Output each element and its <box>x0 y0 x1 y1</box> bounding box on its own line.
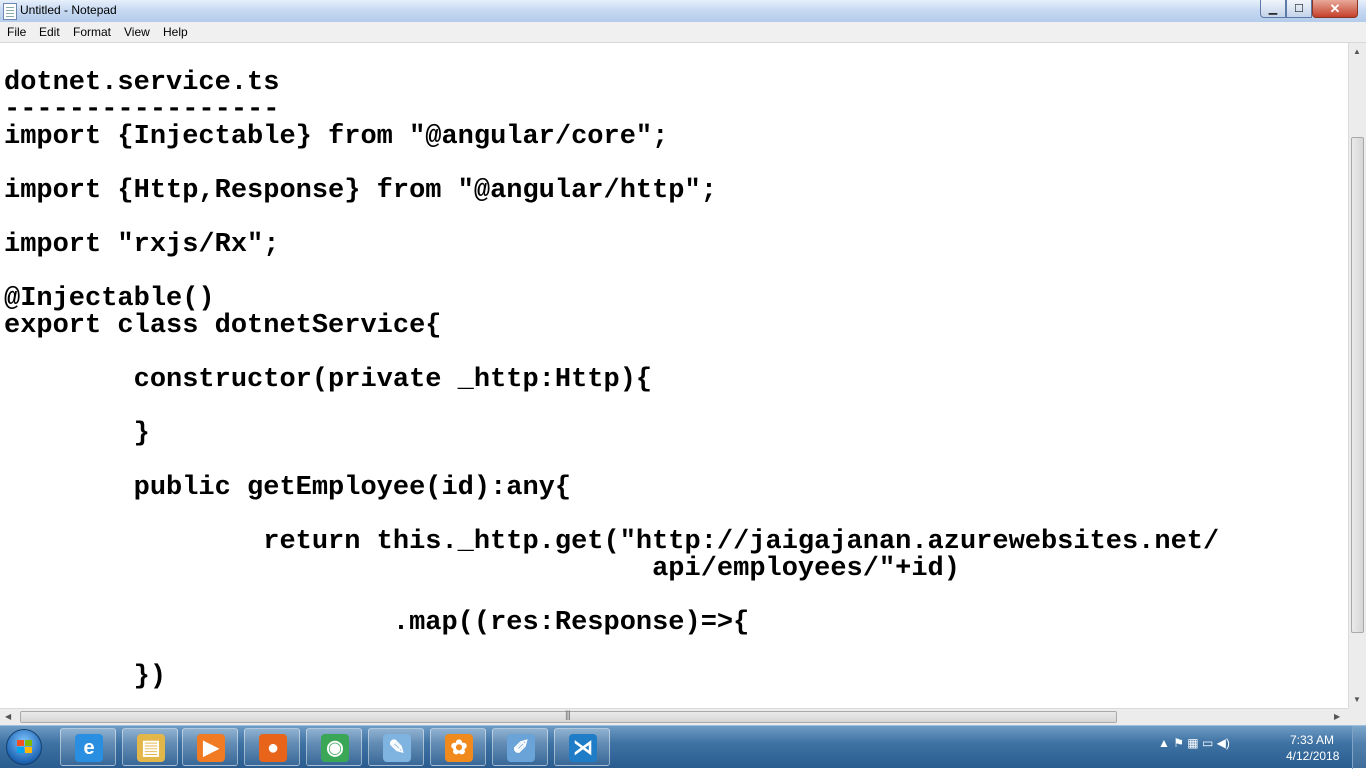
code-line: }) <box>4 662 167 692</box>
scroll-up-icon[interactable]: ▲ <box>1353 47 1361 56</box>
chrome-icon: ◉ <box>321 734 349 762</box>
taskbar-item-firefox[interactable]: ● <box>244 728 300 766</box>
code-line: dotnet.service.ts <box>4 68 280 98</box>
show-desktop-button[interactable] <box>1352 726 1366 769</box>
window-title: Untitled - Notepad <box>20 3 117 17</box>
flower-app-icon: ✿ <box>445 734 473 762</box>
scroll-right-icon[interactable]: ▶ <box>1334 712 1340 721</box>
code-line: constructor(private _http:Http){ <box>4 365 653 395</box>
code-line: export class dotnetService{ <box>4 311 442 341</box>
taskbar: e ▤ ▶ ● ◉ ✎ ✿ ✐ ⋊ ▲ ⚑ ▦ ▭ ◀) 7:33 AM 4/12/2018 <box>0 725 1366 769</box>
taskbar-item-paint[interactable]: ✐ <box>492 728 548 766</box>
menu-view[interactable]: View <box>124 25 150 39</box>
scrollbar-corner <box>1348 708 1366 725</box>
code-line: import {Injectable} from "@angular/core"… <box>4 122 669 152</box>
taskbar-item-file-explorer[interactable]: ▤ <box>122 728 178 766</box>
code-line: import "rxjs/Rx"; <box>4 230 280 260</box>
menu-file[interactable]: File <box>7 25 26 39</box>
notepad-icon: ✎ <box>383 734 411 762</box>
start-button[interactable] <box>6 729 42 765</box>
taskbar-item-chrome[interactable]: ◉ <box>306 728 362 766</box>
minimize-button[interactable]: ▁ <box>1260 0 1286 18</box>
menu-help[interactable]: Help <box>163 25 188 39</box>
text-editor[interactable]: dotnet.service.ts ----------------- impo… <box>0 43 1348 708</box>
paint-icon: ✐ <box>507 734 535 762</box>
internet-explorer-icon: e <box>75 734 103 762</box>
code-line: public getEmployee(id):any{ <box>4 473 572 503</box>
menu-edit[interactable]: Edit <box>39 25 60 39</box>
maximize-button[interactable]: ☐ <box>1286 0 1312 18</box>
code-line: import {Http,Response} from "@angular/ht… <box>4 176 717 206</box>
title-bar: Untitled - Notepad ▁ ☐ ✕ <box>0 0 1366 22</box>
taskbar-item-flower-app[interactable]: ✿ <box>430 728 486 766</box>
windows-logo-icon <box>17 740 32 754</box>
clock-time[interactable]: 7:33 AM <box>1290 733 1334 747</box>
code-line: .map((res:Response)=>{ <box>4 608 750 638</box>
horizontal-scroll-thumb[interactable]: ||| <box>20 710 1117 723</box>
file-explorer-icon: ▤ <box>137 734 165 762</box>
firefox-icon: ● <box>259 734 287 762</box>
system-tray-icons[interactable]: ▲ ⚑ ▦ ▭ ◀) <box>1158 736 1230 750</box>
taskbar-item-media-player[interactable]: ▶ <box>182 728 238 766</box>
close-button[interactable]: ✕ <box>1312 0 1358 18</box>
code-line: ----------------- <box>4 95 280 125</box>
taskbar-item-visual-studio-code[interactable]: ⋊ <box>554 728 610 766</box>
menu-format[interactable]: Format <box>73 25 111 39</box>
code-line: return this._http.get("http://jaigajanan… <box>4 527 1220 557</box>
clock-date[interactable]: 4/12/2018 <box>1286 749 1339 763</box>
scroll-left-icon[interactable]: ◀ <box>5 712 11 721</box>
taskbar-item-notepad[interactable]: ✎ <box>368 728 424 766</box>
menu-bar: File Edit Format View Help <box>0 22 1366 43</box>
code-line: @Injectable() <box>4 284 215 314</box>
vertical-scrollbar[interactable]: ▲ ▼ <box>1348 43 1366 708</box>
vertical-scroll-thumb[interactable] <box>1351 137 1364 633</box>
grip-icon: ||| <box>565 710 571 721</box>
taskbar-item-internet-explorer[interactable]: e <box>60 728 116 766</box>
horizontal-scrollbar[interactable]: ◀ ||| ▶ <box>0 708 1348 725</box>
code-line: } <box>4 419 150 449</box>
scroll-down-icon[interactable]: ▼ <box>1353 695 1361 704</box>
notepad-icon <box>3 3 17 20</box>
visual-studio-code-icon: ⋊ <box>569 734 597 762</box>
media-player-icon: ▶ <box>197 734 225 762</box>
code-line: api/employees/"+id) <box>4 554 960 584</box>
